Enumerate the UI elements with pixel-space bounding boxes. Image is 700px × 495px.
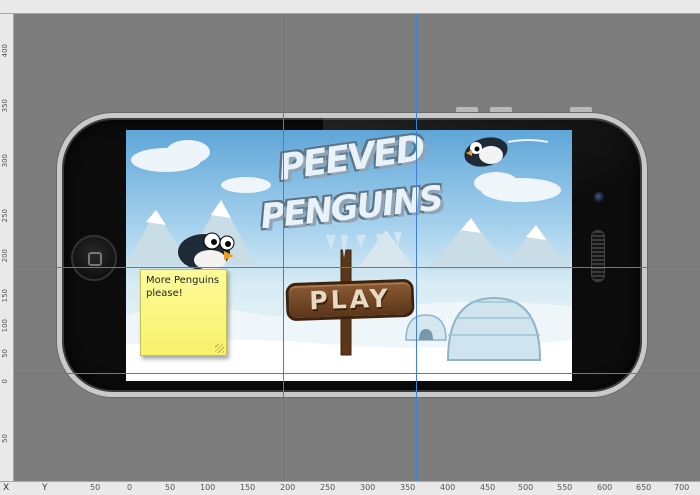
- play-button-label: PLAY: [308, 283, 392, 316]
- y-axis-letter: Y: [42, 483, 48, 493]
- camera-icon: [594, 192, 605, 203]
- bottom-ruler-label: 400: [440, 483, 456, 492]
- penguin-flying-icon: [464, 137, 549, 167]
- play-button[interactable]: PLAY: [285, 278, 415, 322]
- bottom-ruler[interactable]: X Y 50 0 50 100 150 200 250 300 350 400 …: [0, 481, 700, 495]
- left-ruler-label: 350: [1, 99, 9, 113]
- bottom-ruler-label: 0: [127, 483, 133, 492]
- bottom-ruler-label: 450: [480, 483, 496, 492]
- bottom-ruler-label: 700: [674, 483, 690, 492]
- bottom-ruler-label: 250: [320, 483, 336, 492]
- left-ruler-label: 50: [1, 349, 9, 358]
- bottom-ruler-label: 100: [200, 483, 216, 492]
- home-square-icon: [88, 252, 102, 266]
- vertical-guide[interactable]: [283, 14, 284, 481]
- left-ruler-label: 0: [1, 379, 9, 384]
- left-ruler-label: 200: [1, 249, 9, 263]
- home-button[interactable]: [71, 235, 117, 281]
- sticky-note-text: More Penguins please!: [146, 275, 220, 299]
- sticky-note[interactable]: More Penguins please!: [140, 269, 227, 356]
- left-ruler-label: 300: [1, 154, 9, 168]
- bottom-ruler-label: 600: [597, 483, 613, 492]
- left-ruler-label: 50: [1, 434, 9, 443]
- bottom-ruler-label: 350: [400, 483, 416, 492]
- left-ruler-label: 150: [1, 289, 9, 303]
- bottom-ruler-label: 550: [557, 483, 573, 492]
- top-ruler[interactable]: [0, 0, 700, 14]
- left-ruler-label: 250: [1, 209, 9, 223]
- bottom-ruler-label: 650: [636, 483, 652, 492]
- bottom-ruler-label: 200: [280, 483, 296, 492]
- bottom-ruler-label: 50: [165, 483, 176, 492]
- speaker-grille: [591, 230, 605, 282]
- resize-grip-icon[interactable]: [215, 344, 224, 353]
- horizontal-guide[interactable]: [14, 373, 700, 374]
- bottom-ruler-label: 500: [518, 483, 534, 492]
- game-title: PEEVED PENGUINS: [236, 130, 466, 246]
- bottom-ruler-label: 300: [360, 483, 376, 492]
- horizontal-guide[interactable]: [14, 267, 700, 268]
- left-ruler-label: 400: [1, 44, 9, 58]
- x-axis-letter: X: [3, 483, 10, 493]
- bottom-ruler-label: 50: [90, 483, 101, 492]
- vertical-guide[interactable]: [416, 14, 417, 481]
- left-ruler-label: 100: [1, 319, 9, 333]
- bottom-ruler-label: 150: [240, 483, 256, 492]
- left-ruler[interactable]: 400 350 300 250 200 150 100 50 0 50: [0, 14, 14, 481]
